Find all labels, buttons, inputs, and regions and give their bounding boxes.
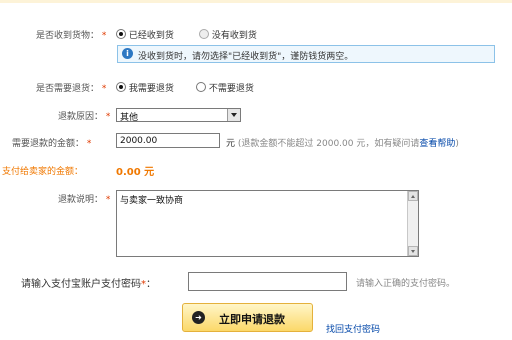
radio-selected-icon[interactable] [116, 82, 126, 92]
refund-description-textarea[interactable]: 与卖家一致协商 [116, 190, 419, 257]
password-label-text: 请输入支付宝账户支付密码 [21, 279, 141, 290]
received-no-label: 没有收到货 [211, 31, 257, 41]
reason-selected-value: 其他 [120, 113, 139, 123]
password-colon: ： [146, 279, 156, 290]
payment-password-input[interactable] [188, 272, 347, 291]
amount-hint-close: ) [455, 139, 459, 149]
need-return-label: 是否需要退货： * [36, 81, 106, 94]
amount-hint-max: 2000.00 [316, 139, 354, 149]
need-return-label-text: 是否需要退货： [36, 84, 100, 94]
arrow-right-icon: ➜ [192, 311, 205, 324]
radio-unselected-icon[interactable] [199, 29, 209, 39]
received-no-option[interactable]: 没有收到货 [199, 28, 257, 41]
received-yes-option[interactable]: 已经收到货 [116, 28, 174, 41]
amount-unit: 元 [226, 139, 236, 149]
reason-label-text: 退款原因： [58, 112, 104, 122]
scroll-up-icon[interactable] [408, 191, 418, 201]
reason-label: 退款原因： * [58, 109, 110, 122]
need-return-yes-label: 我需要退货 [128, 84, 174, 94]
seller-amount-value: 0.00 元 [116, 167, 155, 178]
received-label: 是否收到货物： * [36, 28, 106, 41]
required-mark: * [101, 84, 107, 94]
reason-select[interactable]: 其他 [116, 108, 241, 123]
help-link[interactable]: 查看帮助 [419, 139, 455, 149]
top-divider [0, 0, 512, 3]
description-value: 与卖家一致协商 [120, 196, 184, 206]
description-label: 退款说明： * [58, 192, 110, 205]
chevron-down-icon[interactable] [227, 109, 240, 121]
need-return-no-option[interactable]: 不需要退货 [196, 81, 254, 94]
required-mark: * [105, 195, 111, 205]
scrollbar[interactable] [407, 191, 418, 256]
refund-amount-input[interactable] [116, 133, 220, 148]
info-notice: i 没收到货时，请勿选择"已经收到货"，谨防钱货两空。 [117, 45, 495, 63]
amount-hint-unit: 元，如有疑问请 [356, 139, 420, 149]
amount-label: 需要退款的金额： * [12, 136, 91, 149]
forgot-password-link[interactable]: 找回支付密码 [326, 322, 380, 335]
password-label: 请输入支付宝账户支付密码*： [21, 275, 156, 290]
required-mark: * [86, 139, 92, 149]
received-yes-label: 已经收到货 [128, 31, 174, 41]
amount-hint-prefix: (退款金额不能超过 [237, 139, 314, 149]
submit-refund-button[interactable]: ➜ 立即申请退款 [182, 303, 313, 332]
need-return-yes-option[interactable]: 我需要退货 [116, 81, 174, 94]
submit-refund-label: 立即申请退款 [219, 313, 285, 326]
info-notice-text: 没收到货时，请勿选择"已经收到货"，谨防钱货两空。 [138, 52, 354, 62]
scroll-down-icon[interactable] [408, 246, 418, 256]
need-return-no-label: 不需要退货 [208, 84, 254, 94]
password-hint: 请输入正确的支付密码。 [356, 279, 456, 289]
description-label-text: 退款说明： [58, 195, 104, 205]
amount-hint: 元 (退款金额不能超过 2000.00 元，如有疑问请查看帮助) [226, 136, 459, 149]
info-icon: i [122, 48, 133, 59]
received-label-text: 是否收到货物： [36, 31, 100, 41]
radio-selected-icon[interactable] [116, 29, 126, 39]
radio-unselected-icon[interactable] [196, 82, 206, 92]
amount-label-text: 需要退款的金额： [12, 139, 85, 149]
seller-amount-label: 支付给卖家的金额： [2, 167, 84, 177]
required-mark: * [101, 31, 107, 41]
required-mark: * [105, 112, 111, 122]
